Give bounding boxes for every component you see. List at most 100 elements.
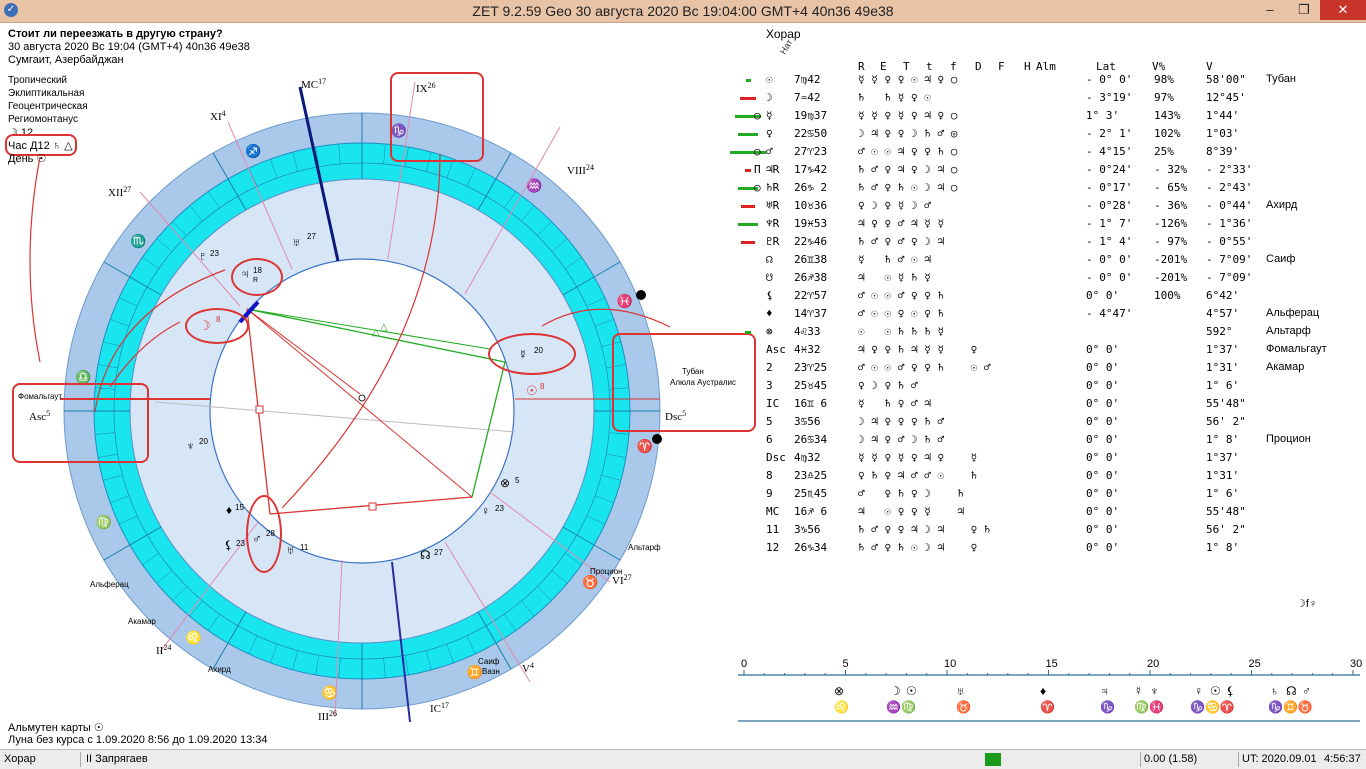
strength-bar	[741, 205, 755, 208]
annotation-oval-jupiter	[231, 258, 283, 296]
planet-glyph: MC	[766, 505, 780, 518]
row-dignities: ☿ ♄ ♂ ☉ ♃	[858, 253, 931, 266]
scale-planet-icon: ♆	[1150, 684, 1159, 698]
row-position: 3♑56	[794, 523, 821, 536]
svg-text:IC17: IC17	[430, 701, 449, 715]
table-row[interactable]: Asc 4♓32 ♃ ♀ ♀ ♄ ♃ ☿ ☿ ♀ 0° 0' 1°37' Фомальга…	[760, 343, 1360, 361]
vertex-icon: ♦	[226, 503, 232, 517]
row-speed-percent: -126%	[1154, 217, 1188, 230]
row-dignities: ♄ ♂ ♀ ♄ ☉ ☽ ♃ ♀	[858, 541, 978, 554]
star-wazn: Вазн	[482, 667, 500, 676]
planet-glyph: Dsc	[766, 451, 786, 464]
close-button[interactable]: ✕	[1320, 0, 1366, 20]
row-dignities: ♃ ☉ ☿ ♄ ☿	[858, 271, 931, 284]
row-speed: 1°37'	[1206, 451, 1240, 464]
table-row[interactable]: 12 26♑34 ♄ ♂ ♀ ♄ ☉ ☽ ♃ ♀ 0° 0' 1° 8'	[760, 541, 1360, 559]
scale-planet-icon: ☉	[906, 684, 917, 698]
planet-glyph: IC	[766, 397, 780, 410]
table-row[interactable]: ○ ♄R 26♑ 2 ♄ ♂ ♀ ♄ ☉ ☽ ♃ ○ - 0°17' - 65% - 2°4…	[738, 181, 1360, 199]
h-degree: 11	[300, 543, 309, 552]
planet-glyph: ⊗	[766, 325, 773, 338]
table-row[interactable]: ♦ 14♈37 ♂ ☉ ☉ ♀ ☉ ♀ ♄ - 4°47' 4°57' Альферац	[760, 307, 1360, 325]
planet-glyph: ☽	[766, 91, 773, 104]
star-procyon: Процион	[590, 567, 623, 576]
svg-text:II24: II24	[156, 643, 171, 657]
table-row[interactable]: ○ ♂ 27♈23 ♂ ☉ ☉ ♃ ♀ ♀ ♄ ○ - 4°15' 25% 8°39'	[730, 145, 1360, 163]
table-row[interactable]: 6 26♋34 ☽ ♃ ♀ ♂ ☽ ♄ ♂ 0° 0' 1° 8' Процион	[760, 433, 1360, 451]
row-position: 26♑ 2	[794, 181, 828, 194]
table-row[interactable]: ☊ 26♊38 ☿ ♄ ♂ ☉ ♃ - 0° 0' -201% - 7°09' Саиф	[760, 253, 1360, 271]
column-header: V	[1206, 60, 1213, 73]
row-latitude: - 0° 0'	[1086, 253, 1133, 266]
row-position: 14♈37	[794, 307, 828, 320]
table-row[interactable]: 5 3♋56 ☽ ♃ ♀ ♀ ♀ ♄ ♂ 0° 0' 56' 2"	[760, 415, 1360, 433]
planet-glyph: 12	[766, 541, 780, 554]
table-row[interactable]: ○ ☿ 19♍37 ☿ ☿ ♀ ☿ ♀ ♃ ♀ ○ 1° 3' 143% 1°44'	[735, 109, 1360, 127]
table-row[interactable]: ♆R 19♓53 ♃ ♀ ♀ ♂ ♃ ☿ ☿ - 1° 7' -126% - 1°36'	[738, 217, 1360, 235]
table-row[interactable]: ♀ 22♋50 ☽ ♃ ♀ ♀ ☽ ♄ ♂ ◎ - 2° 1' 102% 1°03'	[738, 127, 1360, 145]
dot-marker	[636, 290, 646, 300]
row-latitude: 0° 0'	[1086, 433, 1120, 446]
table-row[interactable]: 9 25♏45 ♂ ♀ ♄ ♀ ☽ ♄ 0° 0' 1° 6'	[760, 487, 1360, 505]
table-row[interactable]: ☉ 7♍42 ☿ ☿ ♀ ♀ ☉ ♃ ♀ ○ - 0° 0' 98% 58'00" Туба…	[745, 73, 1360, 91]
row-speed-percent: - 36%	[1154, 199, 1188, 212]
star-saiph: Саиф	[478, 657, 500, 666]
row-dignities: ☽ ♃ ♀ ♀ ☽ ♄ ♂ ◎	[858, 127, 958, 140]
row-dignities: ☿ ♄ ♀ ♂ ♃	[858, 397, 931, 410]
planet-glyph: ♆R	[766, 217, 780, 230]
table-row[interactable]: ☋ 26♐38 ♃ ☉ ☿ ♄ ☿ - 0° 0' -201% - 7°09'	[760, 271, 1360, 289]
minimize-button[interactable]: ‒	[1254, 0, 1286, 20]
trine-marker: △	[380, 322, 388, 333]
maximize-button[interactable]: ❐	[1288, 0, 1320, 20]
scale-tick-label: 15	[1046, 658, 1058, 670]
fortune-icon: ⊗	[500, 476, 510, 490]
row-star: Альферац	[1266, 307, 1320, 319]
row-dignities: ☿ ☿ ♀ ☿ ♀ ♃ ♀ ○	[858, 109, 958, 122]
scale-tick-label: 25	[1249, 658, 1261, 670]
house-6-label: VI	[612, 575, 624, 587]
status-system: II Запрягаев	[86, 753, 148, 765]
row-position: 22♑46	[794, 235, 828, 248]
row-latitude: - 4°47'	[1086, 307, 1133, 320]
row-dignities: ♄ ♄ ☿ ♀ ☉	[858, 91, 931, 104]
table-row[interactable]: 2 23♈25 ♂ ☉ ☉ ♂ ♀ ♀ ♄ ☉ ♂ 0° 0' 1°31' Акамар	[760, 361, 1360, 379]
table-row[interactable]: IC 16♊ 6 ☿ ♄ ♀ ♂ ♃ 0° 0' 55'48"	[760, 397, 1360, 415]
table-row[interactable]: П ♃R 17♑42 ♄ ♂ ♀ ♃ ♀ ☽ ♃ ○ - 0°24' - 32% - 2°3…	[745, 163, 1360, 181]
row-dignities: ♃ ♀ ♀ ♄ ♃ ☿ ☿ ♀	[858, 343, 978, 356]
scale-planet-icon: ♅	[956, 684, 965, 698]
table-row[interactable]: 3 25♉45 ♀ ☽ ♀ ♄ ♂ 0° 0' 1° 6'	[760, 379, 1360, 397]
row-latitude: 0° 0'	[1086, 397, 1120, 410]
table-row[interactable]: Dsc 4♍32 ☿ ☿ ♀ ☿ ♀ ♃ ♀ ☿ 0° 0' 1°37'	[760, 451, 1360, 469]
house-11-degree: 4	[222, 109, 226, 118]
scale-planet-icon: ♄	[1270, 684, 1279, 698]
planet-glyph: 9	[766, 487, 773, 500]
status-time: 4:56:37	[1324, 753, 1361, 765]
row-speed: 8°39'	[1206, 145, 1240, 158]
table-row[interactable]: ♅R 10♉36 ♀ ☽ ♀ ☿ ☽ ♂ - 0°28' - 36% - 0°44' Ахи…	[741, 199, 1360, 217]
table-row[interactable]: ⊗ 4♌33 ☉ ☉ ♄ ♄ ♄ ☿ 592° Альтарф	[745, 325, 1360, 343]
row-dignities: ☽ ♃ ♀ ♀ ♀ ♄ ♂	[858, 415, 945, 428]
scale-tick-label: 5	[843, 658, 849, 670]
house-3-label: III	[318, 711, 329, 722]
table-row[interactable]: 11 3♑56 ♄ ♂ ♀ ♀ ♃ ☽ ♃ ♀ ♄ 0° 0' 56' 2"	[760, 523, 1360, 541]
column-header: Alm	[1036, 60, 1056, 73]
table-row[interactable]: MC 16♐ 6 ♃ ☉ ♀ ♀ ☿ ♃ 0° 0' 55'48"	[760, 505, 1360, 523]
scale-sign-icon: ♑♋♈	[1190, 700, 1235, 714]
zodiac-sign-icon: ♈	[637, 438, 653, 453]
mc-degree: 17	[318, 77, 326, 86]
row-speed: 56' 2"	[1206, 415, 1246, 428]
row-speed: 1° 8'	[1206, 433, 1240, 446]
star-altarf: Альтарф	[628, 543, 661, 552]
pluto-degree: 23	[210, 249, 219, 258]
table-row[interactable]: ♇R 22♑46 ♄ ♂ ♀ ♂ ♀ ☽ ♃ - 1° 4' - 97% - 0°55'	[741, 235, 1360, 253]
table-row[interactable]: 8 23♎25 ♀ ♄ ♀ ♃ ♂ ♂ ☉ ♄ 0° 0' 1°31'	[760, 469, 1360, 487]
row-speed: 1° 6'	[1206, 379, 1240, 392]
row-position: 26♑34	[794, 541, 828, 554]
row-position: 16♐ 6	[794, 505, 828, 518]
table-row[interactable]: ☽ 7♒42 ♄ ♄ ☿ ♀ ☉ - 3°19' 97% 12°45'	[740, 91, 1360, 109]
table-row[interactable]: ⚸ 22♈57 ♂ ☉ ☉ ♂ ♀ ♀ ♄ 0° 0' 100% 6°42'	[760, 289, 1360, 307]
row-speed: 1°31'	[1206, 469, 1240, 482]
row-position: 4♍32	[794, 451, 821, 464]
degree-scale: 0 5 10 15 20 25 30 ⊗ ☽ ☉ ♅ ♦ ♃ ☿ ♆ ♀ ☉ ⚸ ♄ ☊ ♂ ♌ ♒♍ ♉ ♈ ♑ ♍♓ ♑♋♈ ♑♊♉	[738, 658, 1362, 722]
row-dignities: ♂ ☉ ☉ ♃ ♀ ♀ ♄ ○	[858, 145, 958, 158]
